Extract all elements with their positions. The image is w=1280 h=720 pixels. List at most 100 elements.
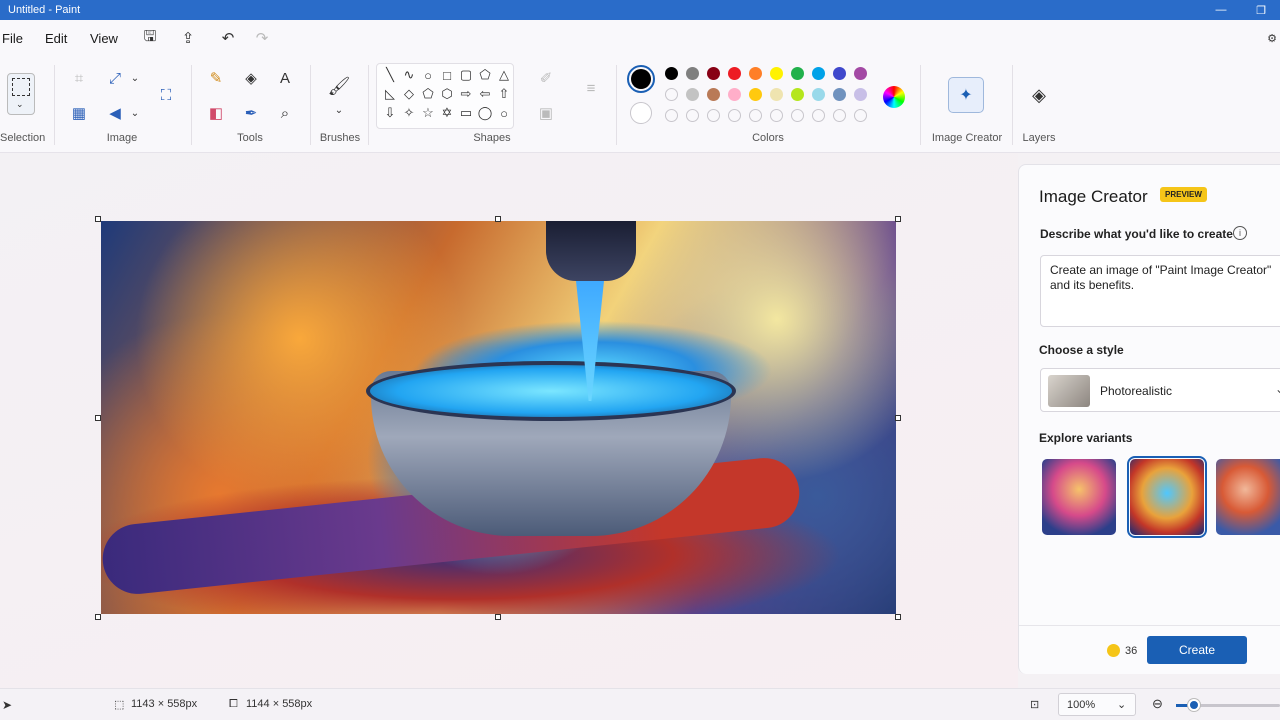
- selection-button[interactable]: ⌄: [7, 73, 35, 115]
- triangle-shape-icon[interactable]: △: [495, 66, 513, 84]
- color-swatch[interactable]: [854, 67, 867, 80]
- five-point-star-shape-icon[interactable]: ☆: [419, 104, 437, 122]
- color-swatch[interactable]: [791, 88, 804, 101]
- callout-rect-shape-icon[interactable]: ▭: [457, 104, 475, 122]
- color-swatch[interactable]: [728, 67, 741, 80]
- canvas-area[interactable]: [0, 153, 1018, 688]
- hexagon-shape-icon[interactable]: ⬡: [438, 85, 456, 103]
- resize-handle-left[interactable]: [95, 415, 101, 421]
- share-icon[interactable]: ⇪: [178, 28, 198, 48]
- arrow-down-shape-icon[interactable]: ⇩: [381, 104, 399, 122]
- resize-handle-top-left[interactable]: [95, 216, 101, 222]
- secondary-color[interactable]: [630, 102, 652, 124]
- color-swatch[interactable]: [812, 88, 825, 101]
- zoom-slider-thumb[interactable]: [1188, 699, 1200, 711]
- menu-edit[interactable]: Edit: [45, 31, 67, 46]
- chevron-down-icon[interactable]: ⌄: [124, 102, 146, 124]
- line-shape-icon[interactable]: ╲: [381, 66, 399, 84]
- color-swatch[interactable]: [707, 109, 720, 122]
- color-swatch[interactable]: [812, 109, 825, 122]
- color-picker-icon[interactable]: ✒: [240, 102, 262, 124]
- size-icon[interactable]: ≡: [580, 77, 602, 99]
- rotate-icon[interactable]: ◀: [104, 102, 126, 124]
- diamond-shape-icon[interactable]: ◇: [400, 85, 418, 103]
- redo-icon[interactable]: ↷: [252, 28, 272, 48]
- rounded-rectangle-shape-icon[interactable]: ▢: [457, 66, 475, 84]
- fit-to-window-icon[interactable]: ⊡: [1030, 698, 1039, 711]
- variant-thumbnail[interactable]: [1216, 459, 1280, 535]
- layers-icon[interactable]: ◈: [1028, 84, 1050, 106]
- color-swatch[interactable]: [770, 88, 783, 101]
- zoom-dropdown[interactable]: 100% ⌄: [1058, 693, 1136, 716]
- image-creator-button[interactable]: ✦: [948, 77, 984, 113]
- color-swatch[interactable]: [749, 109, 762, 122]
- polygon-shape-icon[interactable]: ⬠: [476, 66, 494, 84]
- crop-icon[interactable]: ⌗: [68, 67, 90, 89]
- resize-handle-bottom[interactable]: [495, 614, 501, 620]
- pentagon-shape-icon[interactable]: ⬠: [419, 85, 437, 103]
- create-button[interactable]: Create: [1147, 636, 1247, 664]
- minimize-button[interactable]: —: [1206, 0, 1236, 20]
- outline-icon[interactable]: ✐: [535, 67, 557, 89]
- resize-handle-right[interactable]: [895, 415, 901, 421]
- color-swatch[interactable]: [749, 88, 762, 101]
- color-swatch[interactable]: [791, 67, 804, 80]
- pencil-icon[interactable]: ✎: [205, 67, 227, 89]
- magnifier-icon[interactable]: ⌕: [274, 102, 296, 124]
- menu-file[interactable]: File: [2, 31, 23, 46]
- eraser-icon[interactable]: ◧: [205, 102, 227, 124]
- color-swatch[interactable]: [791, 109, 804, 122]
- primary-color[interactable]: [627, 65, 655, 93]
- resize-handle-top-right[interactable]: [895, 216, 901, 222]
- fill-bucket-icon[interactable]: ◈: [240, 67, 262, 89]
- color-swatch[interactable]: [833, 109, 846, 122]
- save-icon[interactable]: 🖫: [140, 28, 160, 48]
- color-swatch[interactable]: [770, 109, 783, 122]
- color-swatch[interactable]: [686, 109, 699, 122]
- color-swatch[interactable]: [854, 88, 867, 101]
- chevron-down-icon[interactable]: ⌄: [328, 99, 350, 121]
- image-select-icon[interactable]: ⛶: [155, 84, 177, 106]
- color-swatch[interactable]: [728, 109, 741, 122]
- color-swatch[interactable]: [749, 67, 762, 80]
- color-swatch[interactable]: [833, 67, 846, 80]
- callout-oval-shape-icon[interactable]: ◯: [476, 104, 494, 122]
- callout-cloud-shape-icon[interactable]: ○: [495, 104, 513, 122]
- four-point-star-shape-icon[interactable]: ✧: [400, 104, 418, 122]
- color-swatch[interactable]: [665, 109, 678, 122]
- color-swatch[interactable]: [833, 88, 846, 101]
- color-swatch[interactable]: [686, 67, 699, 80]
- fill-icon[interactable]: ▣: [535, 102, 557, 124]
- color-swatch[interactable]: [854, 109, 867, 122]
- variant-thumbnail-selected[interactable]: [1130, 459, 1204, 535]
- arrow-left-shape-icon[interactable]: ⇦: [476, 85, 494, 103]
- color-swatch[interactable]: [665, 67, 678, 80]
- brush-icon[interactable]: 🖌: [328, 75, 350, 97]
- color-swatch[interactable]: [686, 88, 699, 101]
- edit-colors-icon[interactable]: [883, 86, 905, 108]
- variant-thumbnail[interactable]: [1042, 459, 1116, 535]
- arrow-right-shape-icon[interactable]: ⇨: [457, 85, 475, 103]
- undo-icon[interactable]: ↶: [218, 28, 238, 48]
- right-triangle-shape-icon[interactable]: ◺: [381, 85, 399, 103]
- color-swatch[interactable]: [728, 88, 741, 101]
- resize-handle-top[interactable]: [495, 216, 501, 222]
- six-point-star-shape-icon[interactable]: ✡: [438, 104, 456, 122]
- color-swatch[interactable]: [707, 88, 720, 101]
- color-swatch[interactable]: [707, 67, 720, 80]
- arrow-up-shape-icon[interactable]: ⇧: [495, 85, 513, 103]
- remove-background-icon[interactable]: ▦: [68, 102, 90, 124]
- prompt-input[interactable]: Create an image of "Paint Image Creator"…: [1040, 255, 1280, 327]
- settings-icon[interactable]: ⚙: [1262, 28, 1280, 48]
- info-icon[interactable]: i: [1233, 226, 1247, 240]
- curve-shape-icon[interactable]: ∿: [400, 66, 418, 84]
- zoom-out-icon[interactable]: ⊖: [1152, 696, 1163, 712]
- text-icon[interactable]: A: [274, 67, 296, 89]
- resize-handle-bottom-right[interactable]: [895, 614, 901, 620]
- resize-handle-bottom-left[interactable]: [95, 614, 101, 620]
- rectangle-shape-icon[interactable]: □: [438, 66, 456, 84]
- maximize-button[interactable]: ❐: [1246, 0, 1276, 20]
- canvas-image[interactable]: [101, 221, 896, 614]
- color-swatch[interactable]: [770, 67, 783, 80]
- menu-view[interactable]: View: [90, 31, 118, 46]
